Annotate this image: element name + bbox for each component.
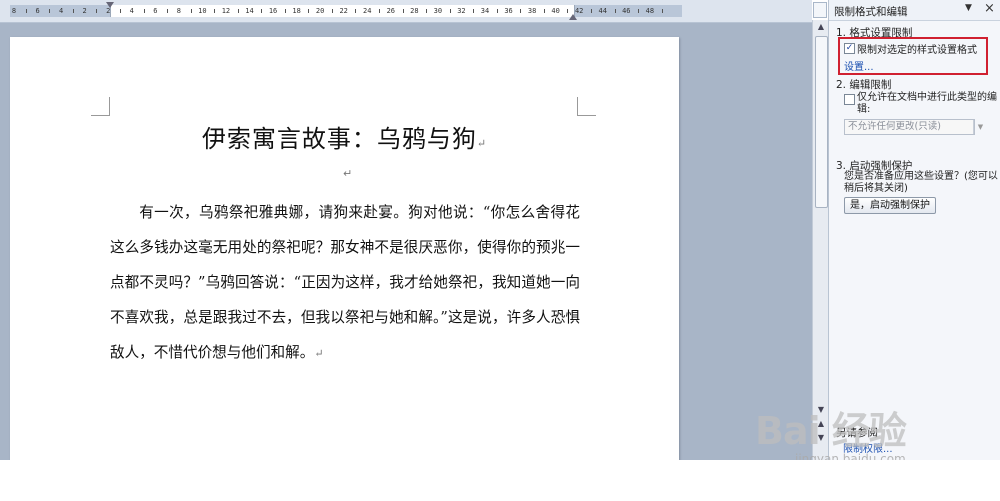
- pane-title: 限制格式和编辑: [834, 6, 908, 18]
- restrict-permission-link[interactable]: 限制权限...: [843, 440, 893, 455]
- view-ruler-button[interactable]: [813, 2, 827, 18]
- document-body[interactable]: 有一次，乌鸦祭祀雅典娜，请狗来赴宴。狗对他说：“你怎么舍得花这么多钱办这毫无用处…: [110, 195, 580, 371]
- ruler-tick-label: 14: [245, 7, 254, 15]
- ruler-tick: [284, 9, 286, 13]
- chevron-down-icon[interactable]: ▼: [973, 120, 987, 134]
- ruler-tick: [473, 9, 475, 13]
- allow-editing-type-label[interactable]: 仅允许在文档中进行此类型的编辑:: [857, 92, 997, 116]
- ruler-tick-label: 22: [339, 7, 348, 15]
- ruler-tick-label: 34: [480, 7, 490, 15]
- ruler-tick: [355, 9, 357, 13]
- ruler-tick-label: 26: [386, 7, 396, 15]
- ruler-tick: [638, 9, 640, 13]
- pane-options-icon[interactable]: ▼: [965, 3, 972, 13]
- horizontal-ruler[interactable]: 8 6 4 2 2 4 6 8 10 12 14 16 18 20 22 24 26 28 30 32 34 36 38 40…: [0, 0, 812, 23]
- ruler-tick: [379, 9, 381, 13]
- allow-editing-type-checkbox[interactable]: [844, 94, 855, 105]
- ruler-tick: [190, 9, 192, 13]
- ruler-tick: [214, 9, 216, 13]
- ruler-tick-label: 8: [176, 7, 181, 15]
- ruler-tick: [308, 9, 310, 13]
- pane-header: 限制格式和编辑 ▼ ×: [829, 0, 1000, 21]
- ruler-tick: [167, 9, 169, 13]
- empty-paragraph-mark: ↵: [343, 167, 353, 180]
- ruler-tick: [72, 9, 74, 13]
- ruler-tick: [496, 9, 498, 13]
- ruler-tick: [96, 9, 98, 13]
- ruler-tick-label: 40: [551, 7, 560, 15]
- bottom-blank-strip: [0, 460, 1000, 501]
- ruler-tick-label: 8: [11, 7, 17, 15]
- ruler-tick-label: 18: [292, 7, 301, 15]
- ruler-tick: [237, 9, 239, 13]
- enforcement-prompt-text: 您是否准备应用这些设置？(您可以稍后将其关闭): [844, 171, 998, 194]
- document-body-text: 有一次，乌鸦祭祀雅典娜，请狗来赴宴。狗对他说：“你怎么舍得花这么多钱办这毫无用处…: [110, 204, 580, 361]
- ruler-tick: [143, 9, 145, 13]
- document-title[interactable]: 伊索寓言故事：乌鸦与狗↵: [10, 119, 679, 154]
- first-line-indent-marker[interactable]: [106, 2, 114, 8]
- margin-corner-top-left: [91, 97, 110, 116]
- vertical-scrollbar[interactable]: ▲ ▼ ▲ ▼: [812, 20, 829, 460]
- ruler-tick-label: 28: [410, 7, 419, 15]
- ruler-tick-label: 10: [198, 7, 207, 15]
- editing-type-select[interactable]: 不允许任何更改(只读) ▼: [844, 119, 983, 135]
- document-title-text: 伊索寓言故事：乌鸦与狗: [201, 125, 477, 153]
- paragraph-mark: ↵: [476, 137, 488, 150]
- start-enforcing-protection-button[interactable]: 是，启动强制保护: [844, 197, 936, 214]
- ruler-tick-label: 16: [268, 7, 278, 15]
- limit-formatting-checkbox[interactable]: ✓: [844, 43, 855, 54]
- ruler-tick: [331, 9, 333, 13]
- scroll-thumb[interactable]: [815, 36, 828, 208]
- ruler-tick-label: 38: [527, 7, 537, 15]
- scroll-up-button[interactable]: ▲: [813, 20, 829, 34]
- ruler-tick-label: 30: [433, 7, 443, 15]
- ruler-tick-label: 36: [504, 7, 513, 15]
- right-indent-marker[interactable]: [569, 14, 577, 20]
- ruler-tick: [567, 9, 569, 13]
- ruler-tick-label: 20: [315, 7, 325, 15]
- ruler-tick-label: 24: [363, 7, 372, 15]
- document-page[interactable]: 伊索寓言故事：乌鸦与狗↵ ↵ 有一次，乌鸦祭祀雅典娜，请狗来赴宴。狗对他说：“你…: [10, 37, 679, 467]
- scroll-down-button[interactable]: ▼: [813, 404, 829, 416]
- ruler-tick: [49, 9, 51, 13]
- ruler-tick: [25, 9, 27, 13]
- ruler-tick-label: 4: [58, 7, 64, 15]
- ruler-tick-label: 6: [153, 7, 158, 15]
- ruler-tick-label: 46: [622, 7, 631, 15]
- ruler-tick-label: 6: [35, 7, 40, 15]
- document-area: 伊索寓言故事：乌鸦与狗↵ ↵ 有一次，乌鸦祭祀雅典娜，请狗来赴宴。狗对他说：“你…: [0, 23, 812, 467]
- paragraph-mark: ↵: [314, 347, 324, 360]
- ruler-tick: [402, 9, 404, 13]
- ruler-tick-label: 2: [82, 7, 87, 15]
- settings-link[interactable]: 设置...: [844, 58, 874, 73]
- ruler-tick: [520, 9, 522, 13]
- ruler-tick: [449, 9, 451, 13]
- margin-corner-top-right: [577, 97, 596, 116]
- see-also-heading: 另请参阅: [836, 427, 878, 439]
- section-editing-restrictions-heading: 2. 编辑限制: [836, 79, 892, 91]
- ruler-tick: [119, 9, 121, 13]
- ruler-tick-label: 32: [457, 7, 466, 15]
- close-icon[interactable]: ×: [984, 1, 995, 16]
- limit-formatting-label[interactable]: 限制对选定的样式设置格式: [857, 41, 977, 56]
- previous-page-button[interactable]: ▲: [813, 418, 829, 430]
- ruler-tick: [426, 9, 428, 13]
- ruler-tick-label: 12: [221, 7, 231, 15]
- ruler-tick-label: 4: [129, 7, 134, 15]
- next-page-button[interactable]: ▼: [813, 432, 829, 444]
- ruler-tick: [261, 9, 263, 13]
- ruler-tick: [614, 9, 616, 13]
- ruler-tick: [590, 9, 592, 13]
- editing-type-select-value: 不允许任何更改(只读): [848, 121, 941, 132]
- restrict-editing-pane: 限制格式和编辑 ▼ × 1. 格式设置限制 ✓ 限制对选定的样式设置格式 设置.…: [828, 0, 1000, 460]
- ruler-tick-label: 48: [645, 7, 655, 15]
- ruler-tick: [661, 9, 663, 13]
- ruler-tick: [543, 9, 545, 13]
- ruler-tick-label: 44: [598, 7, 607, 15]
